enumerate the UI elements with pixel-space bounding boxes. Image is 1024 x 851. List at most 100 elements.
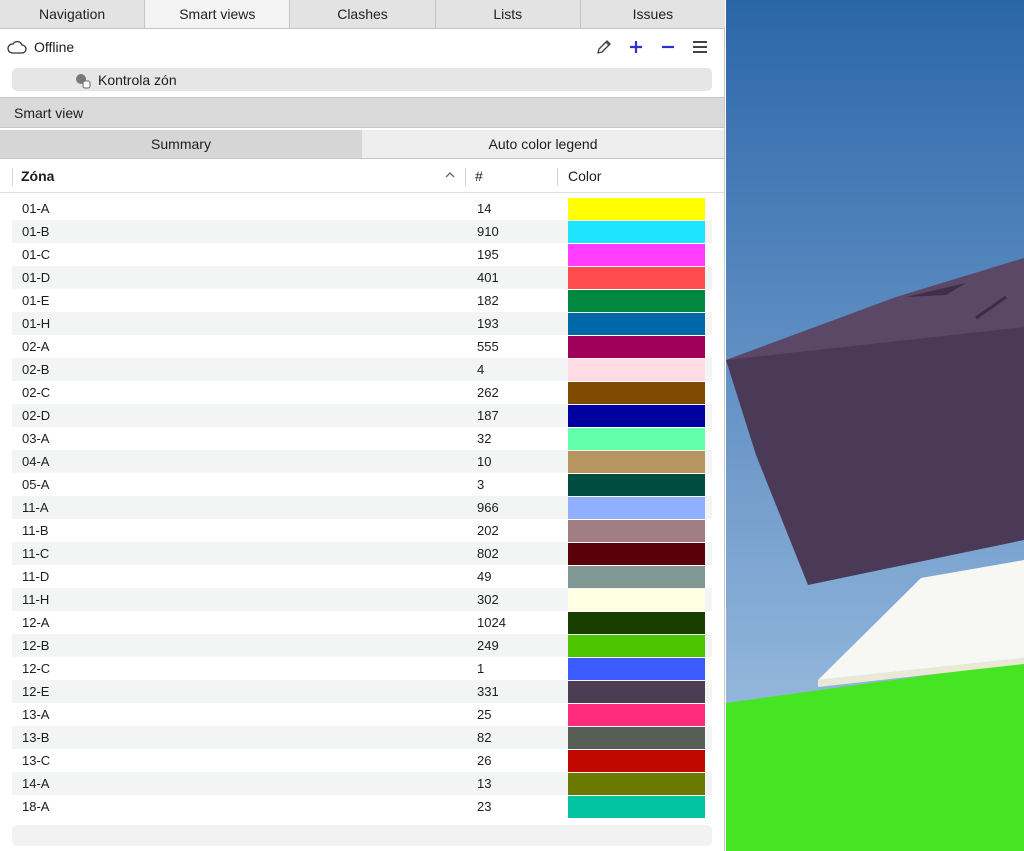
zone-cell: 11-C: [22, 546, 50, 561]
column-header-color[interactable]: Color: [557, 168, 601, 186]
table-row[interactable]: 03-A 32: [12, 427, 712, 450]
color-swatch[interactable]: [568, 474, 705, 496]
tree-item-kontrola-zon[interactable]: Kontrola zón: [12, 68, 712, 91]
color-swatch[interactable]: [568, 290, 705, 312]
table-row[interactable]: 11-H 302: [12, 588, 712, 611]
count-cell: 182: [477, 293, 499, 308]
color-swatch[interactable]: [568, 405, 705, 427]
table-row[interactable]: 12-C 1: [12, 657, 712, 680]
table-row[interactable]: 11-B 202: [12, 519, 712, 542]
tab-lists[interactable]: Lists: [436, 0, 581, 28]
menu-button[interactable]: [684, 40, 716, 54]
zone-cell: 11-H: [22, 592, 50, 607]
add-button[interactable]: [620, 40, 652, 54]
zone-cell: 14-A: [22, 776, 50, 791]
color-swatch[interactable]: [568, 566, 705, 588]
remove-button[interactable]: [652, 40, 684, 54]
color-swatch[interactable]: [568, 336, 705, 358]
color-swatch[interactable]: [568, 704, 705, 726]
3d-viewport[interactable]: [726, 0, 1024, 851]
color-swatch[interactable]: [568, 313, 705, 335]
table-row[interactable]: 13-B 82: [12, 726, 712, 749]
count-cell: 3: [477, 477, 485, 492]
table-row[interactable]: 11-C 802: [12, 542, 712, 565]
color-swatch[interactable]: [568, 635, 705, 657]
color-swatch[interactable]: [568, 382, 705, 404]
table-row[interactable]: 12-A 1024: [12, 611, 712, 634]
color-swatch[interactable]: [568, 267, 705, 289]
color-swatch[interactable]: [568, 198, 705, 220]
color-swatch[interactable]: [568, 658, 705, 680]
count-cell: 82: [477, 730, 492, 745]
color-swatch[interactable]: [568, 750, 705, 772]
color-swatch[interactable]: [568, 497, 705, 519]
table-row[interactable]: 01-H 193: [12, 312, 712, 335]
tab-clashes[interactable]: Clashes: [290, 0, 436, 28]
zone-cell: 01-A: [22, 201, 50, 216]
table-row[interactable]: 01-D 401: [12, 266, 712, 289]
count-cell: 14: [477, 201, 492, 216]
color-swatch[interactable]: [568, 589, 705, 611]
table-row[interactable]: 01-A 14: [12, 197, 712, 220]
color-swatch[interactable]: [568, 773, 705, 795]
count-cell: 262: [477, 385, 499, 400]
table-row[interactable]: 05-A 3: [12, 473, 712, 496]
color-swatch[interactable]: [568, 451, 705, 473]
tab-auto-color-legend[interactable]: Auto color legend: [362, 130, 724, 158]
table-row[interactable]: 01-C 195: [12, 243, 712, 266]
edit-button[interactable]: [588, 38, 620, 56]
color-swatch[interactable]: [568, 727, 705, 749]
color-swatch[interactable]: [568, 796, 705, 818]
table-row[interactable]: 02-C 262: [12, 381, 712, 404]
table-row[interactable]: 11-A 966: [12, 496, 712, 519]
zone-cell: 02-A: [22, 339, 50, 354]
table-row[interactable]: 18-A 23: [12, 795, 712, 818]
table-row[interactable]: 13-A 25: [12, 703, 712, 726]
color-swatch[interactable]: [568, 520, 705, 542]
smart-view-icon: [76, 74, 91, 89]
tab-smart-views[interactable]: Smart views: [145, 0, 291, 28]
table-footer: [12, 825, 712, 846]
table-row[interactable]: 02-D 187: [12, 404, 712, 427]
color-swatch[interactable]: [568, 244, 705, 266]
status-text: Offline: [34, 39, 75, 55]
zone-cell: 12-C: [22, 661, 51, 676]
zone-cell: 11-D: [22, 569, 50, 584]
tab-navigation[interactable]: Navigation: [0, 0, 146, 28]
count-cell: 4: [477, 362, 485, 377]
color-swatch[interactable]: [568, 612, 705, 634]
color-swatch[interactable]: [568, 359, 705, 381]
table-row[interactable]: 01-B 910: [12, 220, 712, 243]
count-cell: 193: [477, 316, 499, 331]
tab-issues[interactable]: Issues: [581, 0, 725, 28]
table-row[interactable]: 12-E 331: [12, 680, 712, 703]
color-swatch[interactable]: [568, 221, 705, 243]
zone-cell: 13-A: [22, 707, 50, 722]
zone-cell: 13-C: [22, 753, 51, 768]
column-header-zone[interactable]: Zóna: [12, 168, 54, 186]
table-row[interactable]: 14-A 13: [12, 772, 712, 795]
status-indicator: Offline: [7, 39, 74, 55]
table-row[interactable]: 02-A 555: [12, 335, 712, 358]
count-cell: 10: [477, 454, 492, 469]
color-swatch[interactable]: [568, 428, 705, 450]
zone-cell: 03-A: [22, 431, 50, 446]
chevron-up-icon[interactable]: [445, 170, 455, 180]
count-cell: 26: [477, 753, 492, 768]
table-row[interactable]: 11-D 49: [12, 565, 712, 588]
color-swatch[interactable]: [568, 543, 705, 565]
table-row[interactable]: 04-A 10: [12, 450, 712, 473]
count-cell: 202: [477, 523, 499, 538]
table-row[interactable]: 12-B 249: [12, 634, 712, 657]
zone-cell: 04-A: [22, 454, 50, 469]
count-cell: 555: [477, 339, 499, 354]
zone-cell: 01-E: [22, 293, 50, 308]
table-row[interactable]: 02-B 4: [12, 358, 712, 381]
tab-summary[interactable]: Summary: [0, 130, 362, 158]
column-header-count[interactable]: #: [465, 168, 483, 186]
zone-cell: 12-A: [22, 615, 50, 630]
count-cell: 302: [477, 592, 499, 607]
color-swatch[interactable]: [568, 681, 705, 703]
table-row[interactable]: 13-C 26: [12, 749, 712, 772]
table-row[interactable]: 01-E 182: [12, 289, 712, 312]
